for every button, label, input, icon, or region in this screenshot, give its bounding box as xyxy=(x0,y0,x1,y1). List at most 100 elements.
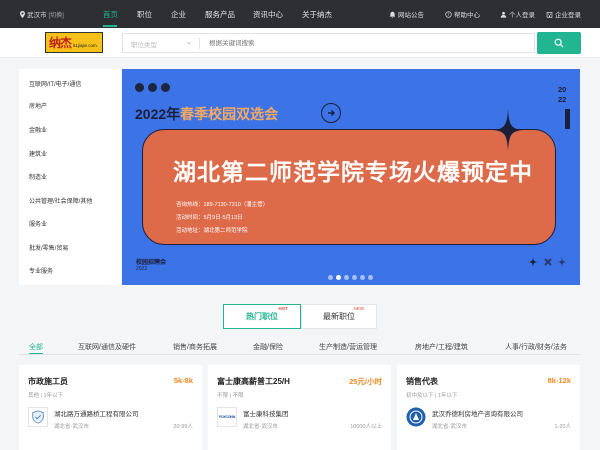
company-name[interactable]: 富士康科技集团 xyxy=(243,408,289,418)
search-input[interactable] xyxy=(209,38,519,49)
job-salary: 8k-12k xyxy=(547,376,571,385)
category-item[interactable]: 互联网/IT/电子/通信 xyxy=(29,79,81,88)
round-emblem-icon xyxy=(406,407,426,427)
company-name[interactable]: 湖北路万通路桥工程有限公司 xyxy=(54,408,139,418)
job-card[interactable]: 销售代表 8k-12k 初中及以下 | 1年以下 武汉乔德利房地产咨询有限公司 … xyxy=(397,365,580,450)
tab-hot-jobs[interactable]: 热门职位 HOT xyxy=(223,304,301,329)
city-name: 武汉市 xyxy=(27,12,47,19)
location-pin-icon xyxy=(20,10,25,18)
pager-dot[interactable] xyxy=(368,275,373,280)
company-logo[interactable] xyxy=(406,407,426,427)
cross-deco-icon xyxy=(544,258,552,266)
banner-headline: 2022年春季校园双选会 xyxy=(135,104,278,124)
help-center-label: 帮助中心 xyxy=(454,12,480,19)
company-logo[interactable]: FOXCONN xyxy=(217,407,237,427)
job-requirements: 其他 | 1年以下 xyxy=(28,393,64,399)
user-icon xyxy=(500,11,507,18)
company-login-link[interactable]: 企业登录 xyxy=(546,9,581,19)
filter-finance[interactable]: 金融/保险 xyxy=(253,342,283,352)
filter-divider xyxy=(19,354,580,355)
pager-dot[interactable] xyxy=(328,275,333,280)
banner-footer-year: 2022 xyxy=(136,266,148,272)
banner-main-title: 湖北第二师范学院专场火爆预定中 xyxy=(173,159,533,185)
job-location: 湖北省-武汉市 xyxy=(432,424,467,430)
nav-news[interactable]: 资讯中心 xyxy=(253,9,283,20)
banner-headline-year: 2022年 xyxy=(135,106,181,122)
pager-dot[interactable] xyxy=(344,275,349,280)
sparkle-star-icon xyxy=(493,109,523,151)
search-button[interactable] xyxy=(537,32,581,54)
job-requirements: 不限 | 不限 xyxy=(217,393,244,399)
help-icon: ? xyxy=(445,10,452,18)
tab-new-label: 最新职位 xyxy=(323,312,355,321)
star-deco-icon xyxy=(528,257,538,267)
city-switch-link[interactable]: [切换] xyxy=(49,10,64,19)
company-name[interactable]: 武汉乔德利房地产咨询有限公司 xyxy=(432,408,523,418)
nav-home[interactable]: 首页 xyxy=(103,9,118,20)
filter-hr[interactable]: 人事/行政/财务/法务 xyxy=(505,342,567,352)
job-title[interactable]: 市政施工员 xyxy=(28,376,68,387)
pager-dot[interactable] xyxy=(336,275,341,280)
job-location: 湖北省-武汉市 xyxy=(54,424,89,430)
category-item[interactable]: 公共管理/社会保障/其他 xyxy=(29,196,92,205)
filter-internet[interactable]: 互联网/通信及硬件 xyxy=(78,342,136,352)
banner-hotline: 咨询热线：189-7130-7310（潘主管） xyxy=(176,202,269,208)
company-size: 20-99人 xyxy=(173,424,193,430)
search-box: 职位类型 xyxy=(122,33,535,53)
chevron-down-icon[interactable] xyxy=(186,40,192,46)
category-sidebar: 互联网/IT/电子/通信 房地产 金融业 建筑业 制造业 公共管理/社会保障/其… xyxy=(19,69,121,285)
help-center-link[interactable]: ? 帮助中心 xyxy=(445,9,480,19)
pager-dot[interactable] xyxy=(352,275,357,280)
city-selector[interactable]: 武汉市 [切换] xyxy=(20,9,64,19)
filter-real-estate[interactable]: 房地产/工程/建筑 xyxy=(415,342,468,352)
logo-text: 纳杰 xyxy=(49,36,72,50)
search-divider xyxy=(199,38,200,49)
category-item[interactable]: 金融业 xyxy=(29,125,47,134)
filter-sales[interactable]: 销售/商务拓展 xyxy=(173,342,217,352)
arrow-right-icon xyxy=(321,103,341,123)
company-size: 1-20人 xyxy=(554,424,571,430)
announcement-link[interactable]: 网站公告 xyxy=(389,9,424,19)
category-item[interactable]: 服务业 xyxy=(29,219,47,228)
window-dots xyxy=(135,83,170,92)
nav-services[interactable]: 服务产品 xyxy=(205,9,235,20)
nav-companies[interactable]: 企业 xyxy=(171,9,186,20)
banner-year-top: 20 xyxy=(558,85,567,94)
nav-active-indicator xyxy=(103,25,117,27)
announcement-label: 网站公告 xyxy=(398,12,424,19)
promo-banner[interactable]: 2022年春季校园双选会 20 22 湖北第二师范学院专场火爆预定中 咨询热线：… xyxy=(122,69,580,285)
category-item[interactable]: 批发/零售/贸易 xyxy=(29,243,68,252)
personal-login-link[interactable]: 个人登录 xyxy=(500,9,535,19)
nav-about[interactable]: 关于纳杰 xyxy=(302,9,332,20)
category-item[interactable]: 制造业 xyxy=(29,172,47,181)
banner-footer-title: 校园招聘会 xyxy=(136,260,167,266)
job-title[interactable]: 富士康高薪普工25/H xyxy=(217,376,290,387)
job-title[interactable]: 销售代表 xyxy=(406,376,438,387)
company-logo[interactable] xyxy=(28,407,48,427)
category-item[interactable]: 专业服务 xyxy=(29,266,53,275)
job-salary: 5k-8k xyxy=(173,376,193,385)
job-card[interactable]: 富士康高薪普工25/H 25元/小时 不限 | 不限 FOXCONN 富士康科技… xyxy=(208,365,391,450)
category-item[interactable]: 建筑业 xyxy=(29,149,47,158)
company-size: 10000人以上 xyxy=(350,424,382,430)
tab-new-jobs[interactable]: 最新职位 NEW xyxy=(301,304,377,329)
star-deco-icon xyxy=(557,257,567,267)
new-badge: NEW xyxy=(353,306,365,311)
pager-dot[interactable] xyxy=(360,275,365,280)
nav-jobs[interactable]: 职位 xyxy=(137,9,152,20)
tab-hot-label: 热门职位 xyxy=(246,312,278,321)
banner-year: 20 22 xyxy=(558,85,566,105)
category-item[interactable]: 房地产 xyxy=(29,101,47,110)
site-logo[interactable]: 纳杰 51jiajie.com xyxy=(45,32,103,53)
job-location: 湖北省-武汉市 xyxy=(243,424,278,430)
filter-manufacturing[interactable]: 生产制造/营运管理 xyxy=(319,342,377,352)
shield-icon xyxy=(32,410,44,424)
banner-year-bottom: 22 xyxy=(558,95,567,104)
job-card[interactable]: 市政施工员 5k-8k 其他 | 1年以下 湖北路万通路桥工程有限公司 湖北省-… xyxy=(19,365,202,450)
search-icon xyxy=(554,38,564,48)
filter-all[interactable]: 全部 xyxy=(29,342,43,352)
banner-place: 活动地址：湖北第二师范学院 xyxy=(176,228,248,234)
hot-badge: HOT xyxy=(278,306,289,311)
job-type-select[interactable]: 职位类型 xyxy=(131,39,157,49)
banner-pagination[interactable] xyxy=(328,275,373,280)
